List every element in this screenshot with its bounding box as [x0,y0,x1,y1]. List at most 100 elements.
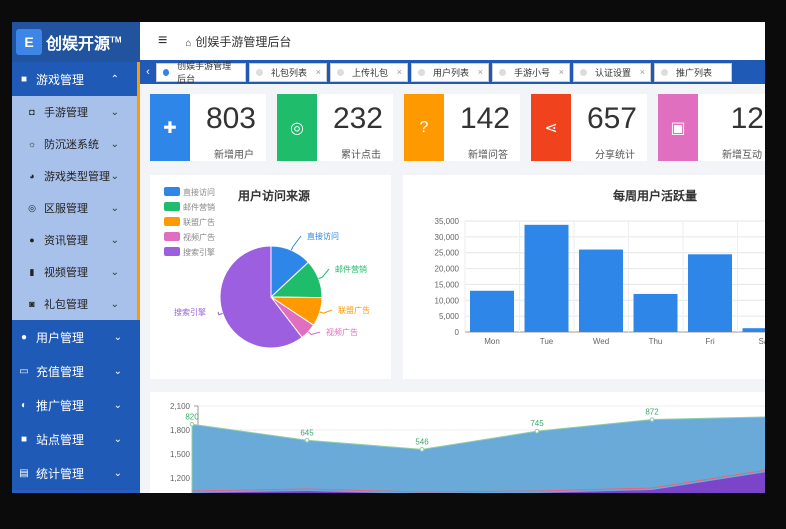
sidebar-item-4[interactable]: ● 资讯管理 ⌄ [12,224,137,256]
legend-swatch[interactable] [164,217,180,226]
data-point[interactable] [649,417,655,422]
stat-card-1: ◎ 232 累计点击 [277,94,393,161]
menu-toggle-icon[interactable]: ≡ [158,32,167,50]
sidebar-group-4[interactable]: ■ 站点管理 ⌄ [12,422,140,456]
sidebar-group-1[interactable]: ● 用户管理 ⌄ [12,320,140,354]
sidebar-item-6[interactable]: ◙ 礼包管理 ⌄ [12,288,137,320]
bar[interactable] [742,328,766,332]
chevron-down-icon: ⌄ [110,170,119,182]
bar[interactable] [470,290,514,332]
sun-icon: ☼ [27,139,37,149]
sidebar-item-label: 资讯管理 [44,235,88,247]
point-label: 546 [415,437,429,446]
pie-panel: 用户访问来源 直接访问 邮件营销 联盟广告 视频广告 搜索引擎 直接访问 邮件营销 联盟广告视… [150,175,391,379]
sidebar-group-5[interactable]: ▤ 统计管理 ⌄ [12,456,140,490]
area-panel: 2,1001,8001,5001,2008206455467458729 [150,392,765,493]
stat-label: 新增用户 [214,150,254,161]
chevron-down-icon: ⌄ [113,467,122,479]
close-icon[interactable]: × [559,67,564,77]
stat-card-4: ▣ 12 新增互动 [658,94,765,161]
share-icon: ⋖ [531,94,571,161]
stat-card-body: 803 新增用户 [190,94,266,161]
sidebar-item-label: 礼包管理 [44,299,88,311]
sidebar-item-0[interactable]: ◘ 手游管理 ⌄ [12,96,137,128]
legend-label: 视频广告 [183,232,215,242]
y-tick-label: 10,000 [435,296,460,305]
pie-slice-label: 搜索引擎 [174,307,206,317]
breadcrumb-text: 创娱手游管理后台 [195,34,292,49]
tab-0[interactable]: 创娱手游管理后台 [156,61,246,84]
sidebar-item-1[interactable]: ☼ 防沉迷系统 ⌄ [12,128,137,160]
chevron-down-icon: ⌄ [110,234,119,246]
close-icon[interactable]: × [397,67,402,77]
point-label: 872 [645,408,659,417]
tab-status-dot [661,68,668,76]
tab-5[interactable]: 认证设置 × [573,62,651,82]
chevron-down-icon: ⌄ [113,433,122,445]
legend-swatch[interactable] [164,232,180,241]
gift-icon: ◙ [29,299,35,309]
pie-icon: ◕ [29,171,35,181]
logo[interactable]: E 创娱开源TM [12,22,140,62]
stat-label: 累计点击 [341,150,381,161]
area-chart: 2,1001,8001,5001,2008206455467458729 [170,402,765,493]
area-series[interactable] [191,416,765,493]
pie-chart: 直接访问邮件营销联盟广告视频广告搜索引擎直接访问邮件营销联盟广告视频广告搜索引擎 [164,187,370,349]
pie-slice-label: 视频广告 [326,327,358,337]
point-label: 820 [185,412,199,421]
device-frame: E 创娱开源TM ■ 游戏管理 ⌃ ◘ 手游管理 ⌄ ☼ 防沉迷系统 ⌄ ◕ 游戏类型管理 ⌄ ◎ 区服管… [0,0,786,529]
data-point[interactable] [189,421,195,427]
stat-label: 新增问答 [468,150,508,161]
point-label: 745 [530,419,544,428]
bar[interactable] [633,293,678,332]
sidebar-group-0[interactable]: ■ 游戏管理 ⌃ [12,62,140,96]
data-point[interactable] [419,447,425,452]
chevron-down-icon: ⌄ [110,138,119,150]
breadcrumb: ⌂ 创娱手游管理后台 [185,33,291,50]
home-icon[interactable]: ⌂ [185,38,191,49]
tab-scroll-left-icon[interactable]: ‹ [140,66,156,78]
tab-4[interactable]: 手游小号 × [492,62,570,82]
sidebar-group-label: 站点管理 [36,432,85,447]
sidebar-item-5[interactable]: ▮ 视频管理 ⌄ [12,256,137,288]
data-point[interactable] [304,437,310,443]
x-tick-label: Thu [649,337,663,346]
x-tick-label: Fri [705,337,715,346]
close-icon[interactable]: × [316,67,321,77]
close-icon[interactable]: × [640,67,645,77]
y-tick-label: 1,800 [170,426,191,435]
tab-1[interactable]: 礼包列表 × [249,62,327,82]
globe-icon: ● [29,235,35,245]
tab-6[interactable]: 推广列表 [654,62,732,82]
legend-swatch[interactable] [164,247,180,256]
chevron-down-icon: ⌄ [110,298,119,310]
tab-3[interactable]: 用户列表 × [411,62,489,82]
sidebar-group-2[interactable]: ▭ 充值管理 ⌄ [12,354,140,388]
chevron-down-icon: ⌄ [113,365,122,377]
point-label: 645 [300,428,314,437]
sidebar-item-label: 游戏类型管理 [44,171,110,183]
close-icon[interactable]: × [478,67,483,77]
bar[interactable] [688,254,732,332]
bar[interactable] [524,224,569,332]
data-point[interactable] [534,428,540,434]
stat-card-body: 232 累计点击 [317,94,393,161]
screen: E 创娱开源TM ■ 游戏管理 ⌃ ◘ 手游管理 ⌄ ☼ 防沉迷系统 ⌄ ◕ 游戏类型管理 ⌄ ◎ 区服管… [12,22,765,493]
bar-chart: 0 5,000 10,000 15,000 20,000 25,000 30,000 35,0… [435,217,766,346]
sidebar: E 创娱开源TM ■ 游戏管理 ⌃ ◘ 手游管理 ⌄ ☼ 防沉迷系统 ⌄ ◕ 游戏类型管理 ⌄ ◎ 区服管… [12,22,140,493]
legend-swatch[interactable] [164,187,180,196]
bar-panel: 每周用户活跃量 0 5,000 10,000 15,000 20,000 25,000 30… [403,175,765,379]
legend-swatch[interactable] [164,202,180,211]
bar[interactable] [579,249,623,332]
tab-2[interactable]: 上传礼包 × [330,62,408,82]
y-tick-label: 20,000 [435,265,460,274]
x-tick-label: Tue [540,337,554,346]
stat-card-body: 657 分享统计 [571,94,647,161]
y-tick-label: 30,000 [435,233,460,242]
sidebar-item-3[interactable]: ◎ 区服管理 ⌄ [12,192,137,224]
tab-label: 认证设置 [595,67,632,78]
chevron-down-icon: ⌄ [110,202,119,214]
sidebar-group-3[interactable]: ◐ 推广管理 ⌄ [12,388,140,422]
sidebar-item-2[interactable]: ◕ 游戏类型管理 ⌄ [12,160,137,192]
sidebar-group-label: 充值管理 [36,364,85,379]
